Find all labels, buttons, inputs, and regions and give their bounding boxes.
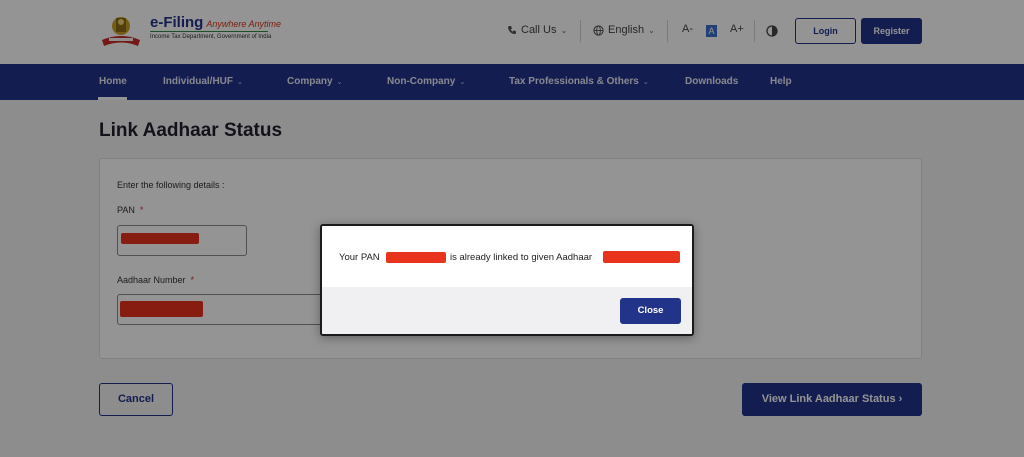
dialog-message-prefix: Your PAN (339, 252, 380, 263)
dialog-body: Your PAN is already linked to given Aadh… (322, 226, 692, 287)
redacted-aadhaar-value (603, 251, 680, 263)
status-dialog: Your PAN is already linked to given Aadh… (320, 224, 694, 336)
close-button[interactable]: Close (620, 298, 681, 324)
dialog-message-text: is already linked to given Aadhaar (450, 252, 593, 263)
redacted-pan-value (386, 252, 446, 263)
dialog-footer: Close (322, 287, 692, 334)
